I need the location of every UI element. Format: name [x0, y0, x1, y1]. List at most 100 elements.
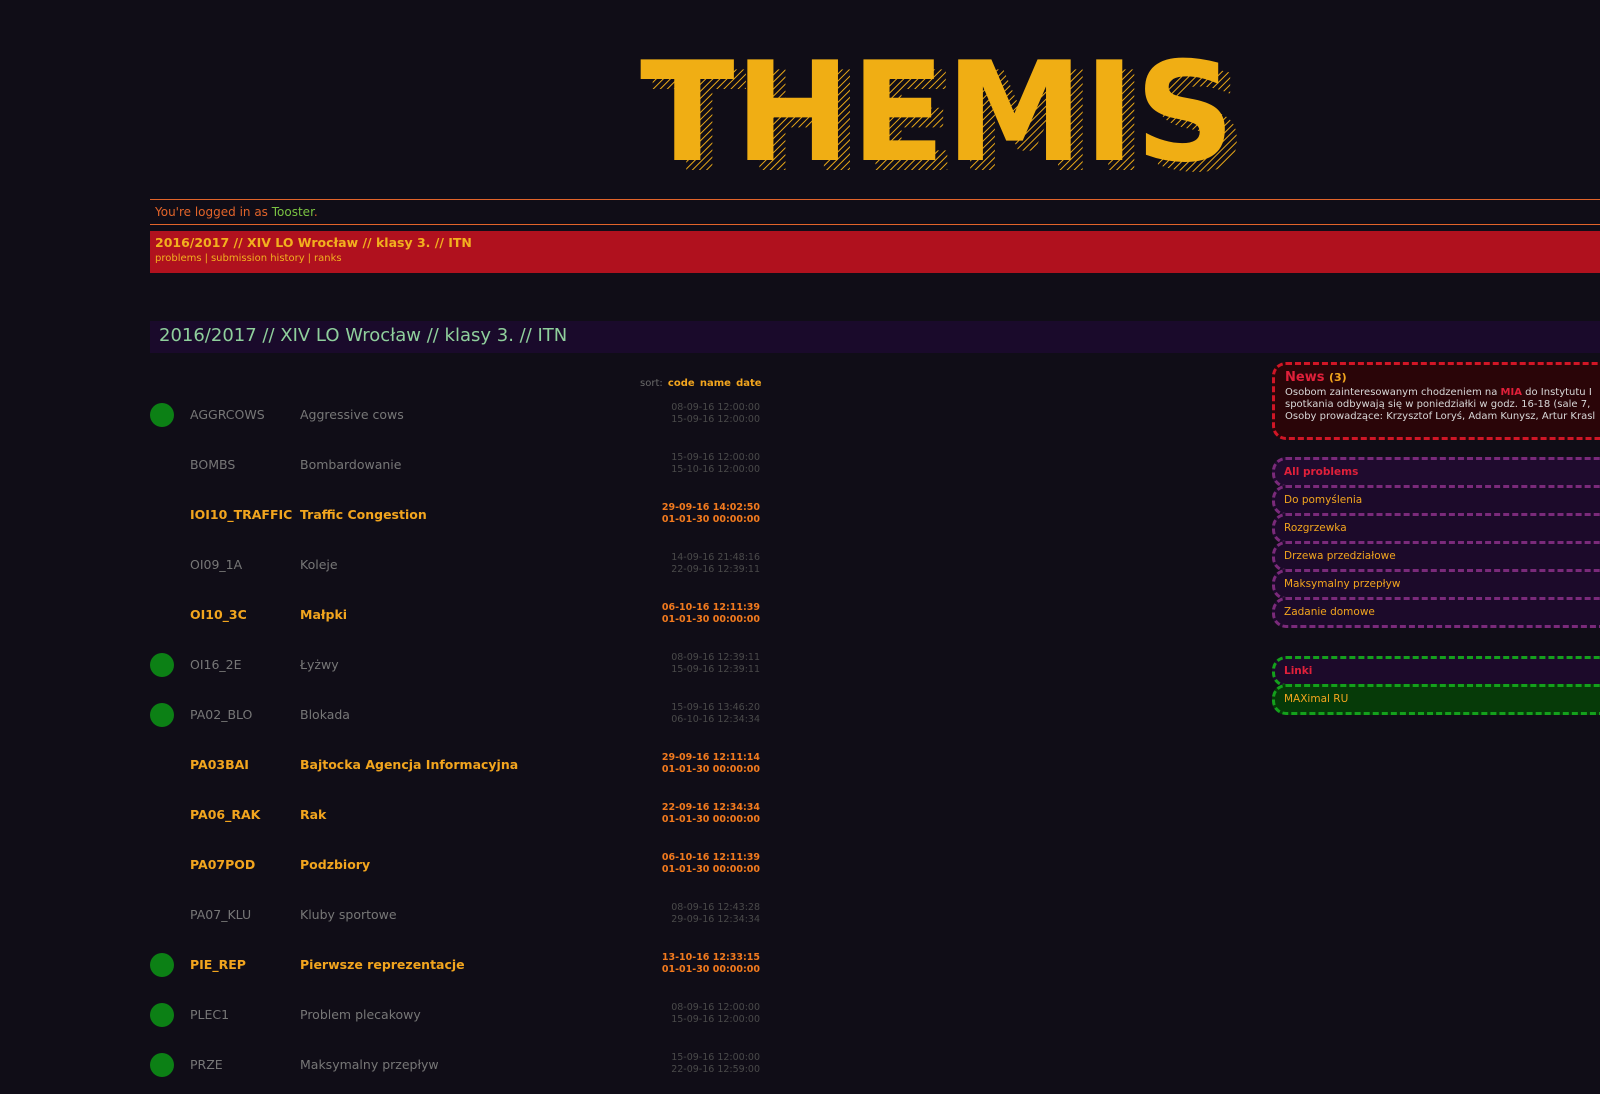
problem-name[interactable]: Małpki: [300, 607, 347, 622]
problem-code[interactable]: PA02_BLO: [190, 707, 252, 722]
problem-dates: 15-09-16 12:00:00 15-10-16 12:00:00: [650, 452, 760, 476]
problem-start-date: 08-09-16 12:39:11: [671, 652, 760, 663]
problem-end-date: 22-09-16 12:39:11: [671, 564, 760, 575]
problem-end-date: 01-01-30 00:00:00: [661, 814, 760, 825]
problem-name[interactable]: Blokada: [300, 707, 350, 722]
problem-start-date: 29-09-16 14:02:50: [661, 502, 760, 513]
problem-code[interactable]: PA03BAI: [190, 757, 249, 772]
problem-code[interactable]: OI16_2E: [190, 657, 242, 672]
news-line-3: Osoby prowadzące: Krzysztof Loryś, Adam …: [1285, 411, 1596, 422]
category-item[interactable]: Rozgrzewka: [1272, 513, 1600, 544]
news-body: Osobom zainteresowanym chodzeniem na MIA…: [1285, 387, 1600, 423]
problem-end-date: 01-01-30 00:00:00: [661, 514, 760, 525]
problem-row: PA07POD Podzbiory 06-10-16 12:11:39 01-01-3…: [150, 844, 770, 894]
problem-dates: 29-09-16 12:11:14 01-01-30 00:00:00: [650, 752, 760, 776]
problem-start-date: 14-09-16 21:48:16: [671, 552, 760, 563]
user-link[interactable]: Tooster: [272, 205, 314, 219]
category-item[interactable]: Drzewa przedziałowe: [1272, 541, 1600, 572]
category-item[interactable]: Maksymalny przepływ: [1272, 569, 1600, 600]
sort-by-code[interactable]: code: [668, 378, 695, 389]
problem-code[interactable]: PRZE: [190, 1057, 223, 1072]
solved-status-icon: [150, 403, 174, 427]
unsolved-status-icon: [150, 903, 174, 927]
problem-start-date: 15-09-16 13:46:20: [671, 702, 760, 713]
unsolved-status-icon: [150, 853, 174, 877]
problem-name[interactable]: Bajtocka Agencja Informacyjna: [300, 757, 518, 772]
problem-end-date: 01-01-30 00:00:00: [661, 864, 760, 875]
problem-code[interactable]: PA07_KLU: [190, 907, 251, 922]
course-title[interactable]: 2016/2017 // XIV LO Wrocław // klasy 3. …: [155, 235, 1600, 251]
sort-by-name[interactable]: name: [700, 378, 731, 389]
solved-status-icon: [150, 703, 174, 727]
sidebar: News (3) Osobom zainteresowanym chodzeni…: [1272, 362, 1600, 715]
problem-name[interactable]: Łyżwy: [300, 657, 339, 672]
nav-ranks[interactable]: ranks: [314, 253, 342, 264]
problem-name[interactable]: Maksymalny przepływ: [300, 1057, 439, 1072]
problem-row: BOMBS Bombardowanie 15-09-16 12:00:00 15-10…: [150, 444, 770, 494]
problem-dates: 08-09-16 12:39:11 15-09-16 12:39:11: [650, 652, 760, 676]
problem-name[interactable]: Aggressive cows: [300, 407, 404, 422]
problem-code[interactable]: PLEC1: [190, 1007, 229, 1022]
sort-controls: sort: code name date: [640, 378, 762, 389]
unsolved-status-icon: [150, 453, 174, 477]
problem-code[interactable]: OI09_1A: [190, 557, 242, 572]
category-item[interactable]: Zadanie domowe: [1272, 597, 1600, 628]
sort-label: sort:: [640, 378, 663, 389]
problem-end-date: 01-01-30 00:00:00: [661, 614, 760, 625]
login-prefix: You're logged in as: [155, 205, 272, 219]
solved-status-icon: [150, 953, 174, 977]
problem-name[interactable]: Kluby sportowe: [300, 907, 397, 922]
problem-start-date: 06-10-16 12:11:39: [661, 602, 760, 613]
problem-dates: 08-09-16 12:00:00 15-09-16 12:00:00: [650, 402, 760, 426]
page-title: 2016/2017 // XIV LO Wrocław // klasy 3. …: [150, 321, 1600, 353]
course-header: 2016/2017 // XIV LO Wrocław // klasy 3. …: [150, 231, 1600, 273]
problem-end-date: 15-09-16 12:00:00: [671, 414, 760, 425]
problem-name[interactable]: Rak: [300, 807, 326, 822]
category-list: All problems Do pomyślenia Rozgrzewka Dr…: [1272, 457, 1600, 628]
news-title: News (3): [1285, 370, 1600, 385]
problem-list: AGGRCOWS Aggressive cows 08-09-16 12:00:00…: [150, 394, 770, 1094]
problem-end-date: 01-01-30 00:00:00: [661, 964, 760, 975]
problem-start-date: 15-09-16 12:00:00: [671, 452, 760, 463]
problem-start-date: 22-09-16 12:34:34: [661, 802, 760, 813]
problem-start-date: 06-10-16 12:11:39: [661, 852, 760, 863]
problem-name[interactable]: Problem plecakowy: [300, 1007, 421, 1022]
problem-code[interactable]: AGGRCOWS: [190, 407, 265, 422]
problem-code[interactable]: IOI10_TRAFFIC: [190, 507, 292, 522]
problem-row: PA02_BLO Blokada 15-09-16 13:46:20 06-10-16…: [150, 694, 770, 744]
problem-dates: 08-09-16 12:43:28 29-09-16 12:34:34: [650, 902, 760, 926]
unsolved-status-icon: [150, 553, 174, 577]
problem-row: OI16_2E Łyżwy 08-09-16 12:39:11 15-09-16 12…: [150, 644, 770, 694]
news-box: News (3) Osobom zainteresowanym chodzeni…: [1272, 362, 1600, 440]
problem-end-date: 15-09-16 12:39:11: [671, 664, 760, 675]
problem-end-date: 22-09-16 12:59:00: [671, 1064, 760, 1075]
problem-code[interactable]: PA07POD: [190, 857, 255, 872]
news-mia-link[interactable]: MIA: [1501, 387, 1522, 398]
problem-row: PA03BAI Bajtocka Agencja Informacyjna 29-0…: [150, 744, 770, 794]
sort-by-date[interactable]: date: [736, 378, 761, 389]
problem-row: OI09_1A Koleje 14-09-16 21:48:16 22-09-16 1…: [150, 544, 770, 594]
problem-row: PA07_KLU Kluby sportowe 08-09-16 12:43:28 2…: [150, 894, 770, 944]
link-item[interactable]: MAXimal RU: [1272, 684, 1600, 715]
nav-submission-history[interactable]: submission history: [211, 253, 305, 264]
category-item[interactable]: Do pomyślenia: [1272, 485, 1600, 516]
problem-name[interactable]: Koleje: [300, 557, 338, 572]
problem-code[interactable]: BOMBS: [190, 457, 235, 472]
news-count: (3): [1328, 371, 1347, 384]
problem-end-date: 06-10-16 12:34:34: [671, 714, 760, 725]
problem-start-date: 08-09-16 12:00:00: [671, 402, 760, 413]
problem-name[interactable]: Pierwsze reprezentacje: [300, 957, 465, 972]
themis-logo: THEMIS THEMIS: [640, 32, 1260, 203]
problem-row: IOI10_TRAFFIC Traffic Congestion 29-09-16 …: [150, 494, 770, 544]
problem-name[interactable]: Bombardowanie: [300, 457, 401, 472]
nav-problems[interactable]: problems: [155, 253, 202, 264]
problem-dates: 15-09-16 13:46:20 06-10-16 12:34:34: [650, 702, 760, 726]
problem-code[interactable]: PIE_REP: [190, 957, 246, 972]
problem-code[interactable]: OI10_3C: [190, 607, 247, 622]
problem-name[interactable]: Podzbiory: [300, 857, 370, 872]
problem-code[interactable]: PA06_RAK: [190, 807, 260, 822]
problem-end-date: 15-09-16 12:00:00: [671, 1014, 760, 1025]
category-all-problems[interactable]: All problems: [1272, 457, 1600, 488]
news-line-2: spotkania odbywają się w poniedziałki w …: [1285, 399, 1591, 410]
problem-name[interactable]: Traffic Congestion: [300, 507, 427, 522]
